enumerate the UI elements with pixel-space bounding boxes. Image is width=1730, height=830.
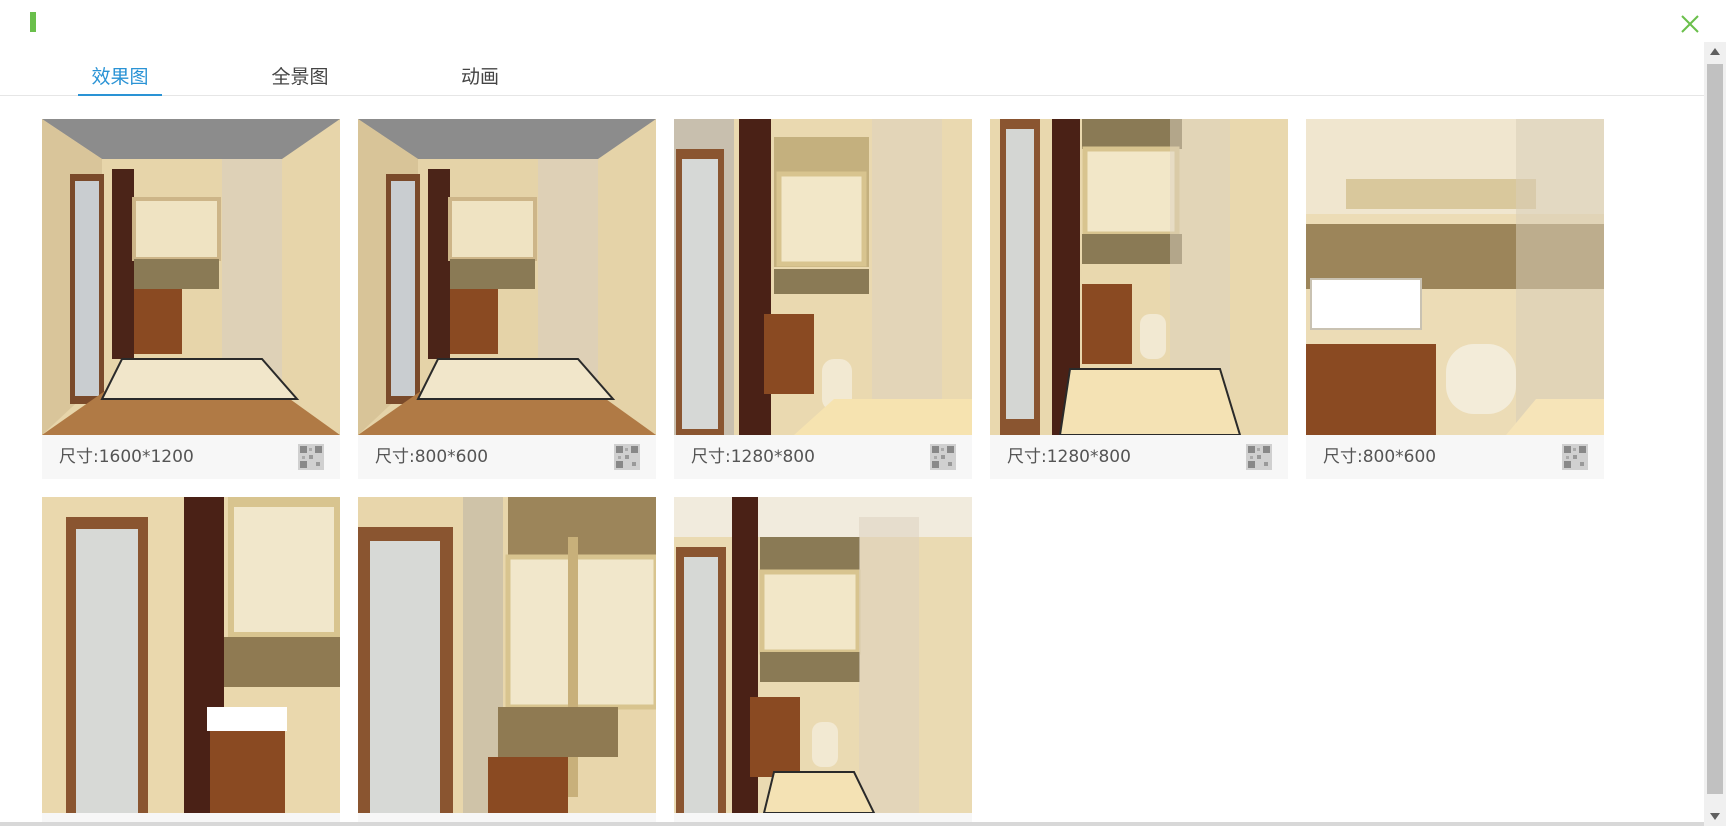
rendering-thumbnail[interactable] bbox=[674, 119, 972, 435]
image-card[interactable] bbox=[42, 497, 340, 826]
rendering-thumbnail[interactable] bbox=[1306, 119, 1604, 435]
size-label: 尺寸:1280*800 bbox=[691, 447, 815, 467]
rendering-thumbnail[interactable] bbox=[358, 119, 656, 435]
rendering-thumbnail[interactable] bbox=[990, 119, 1288, 435]
scrollbar-thumb[interactable] bbox=[1707, 64, 1723, 794]
rendering-thumbnail[interactable] bbox=[674, 497, 972, 813]
tab-panorama[interactable]: 全景图 bbox=[258, 60, 342, 95]
size-label: 尺寸:800*600 bbox=[1323, 447, 1437, 467]
image-card[interactable] bbox=[674, 497, 972, 826]
qr-code-icon[interactable] bbox=[930, 444, 956, 470]
card-footer: 尺寸:800*600 bbox=[1306, 435, 1604, 479]
qr-code-icon[interactable] bbox=[1562, 444, 1588, 470]
rendering-thumbnail[interactable] bbox=[42, 497, 340, 813]
rendering-thumbnail[interactable] bbox=[358, 497, 656, 813]
close-icon bbox=[1681, 15, 1699, 33]
scroll-down-arrow-icon[interactable] bbox=[1704, 806, 1726, 826]
tab-bar: 效果图 全景图 动画 bbox=[0, 60, 1704, 96]
image-card[interactable]: 尺寸:800*600 bbox=[358, 119, 656, 479]
close-button[interactable] bbox=[1676, 10, 1704, 38]
image-card[interactable]: 尺寸:800*600 bbox=[1306, 119, 1604, 479]
qr-code-icon[interactable] bbox=[614, 444, 640, 470]
size-label: 尺寸:800*600 bbox=[375, 447, 489, 467]
qr-code-icon[interactable] bbox=[1246, 444, 1272, 470]
qr-code-icon[interactable] bbox=[298, 444, 324, 470]
card-footer: 尺寸:800*600 bbox=[358, 435, 656, 479]
rendering-thumbnail[interactable] bbox=[42, 119, 340, 435]
size-label: 尺寸:1600*1200 bbox=[59, 447, 194, 467]
image-card[interactable]: 尺寸:1600*1200 bbox=[42, 119, 340, 479]
size-label: 尺寸:1280*800 bbox=[1007, 447, 1131, 467]
image-card[interactable]: 尺寸:1280*800 bbox=[990, 119, 1288, 479]
card-footer: 尺寸:1600*1200 bbox=[42, 435, 340, 479]
card-footer: 尺寸:1280*800 bbox=[674, 435, 972, 479]
horizontal-divider bbox=[0, 822, 1704, 826]
vertical-scrollbar[interactable] bbox=[1704, 42, 1726, 826]
tab-renderings[interactable]: 效果图 bbox=[78, 60, 162, 96]
tab-animation[interactable]: 动画 bbox=[440, 60, 520, 95]
image-card[interactable]: 尺寸:1280*800 bbox=[674, 119, 972, 479]
image-card[interactable] bbox=[358, 497, 656, 826]
header-accent-bar bbox=[30, 12, 36, 32]
scroll-up-arrow-icon[interactable] bbox=[1704, 42, 1726, 62]
card-footer: 尺寸:1280*800 bbox=[990, 435, 1288, 479]
image-grid: 尺寸:1600*1200 尺寸:800*600 尺寸:1280*800 尺寸:1… bbox=[42, 119, 1682, 826]
